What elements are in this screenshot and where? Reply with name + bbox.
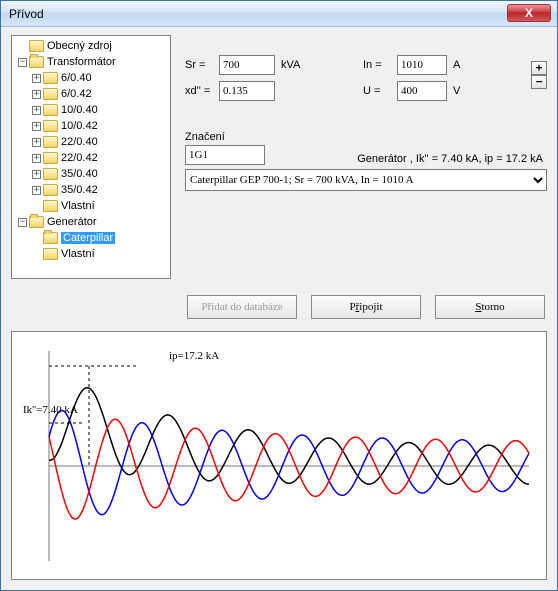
tree-item-caterpillar[interactable]: Caterpillar	[14, 230, 168, 246]
tree-item-22-042[interactable]: +22/0.42	[14, 150, 168, 166]
expand-icon[interactable]: +	[32, 74, 41, 83]
collapse-icon[interactable]: −	[18, 218, 27, 227]
tree-item-35-040[interactable]: +35/0.40	[14, 166, 168, 182]
tree-item-6-040[interactable]: +6/0.40	[14, 70, 168, 86]
xd-input[interactable]	[219, 81, 275, 101]
close-button[interactable]: X	[507, 4, 551, 22]
tree-item-22-040[interactable]: +22/0.40	[14, 134, 168, 150]
ik-annotation: Ik''=7.40 kA	[23, 404, 78, 416]
window: Přívod X Obecný zdroj −Transformátor +6/…	[0, 0, 558, 591]
u-unit: V	[453, 85, 477, 97]
collapse-icon[interactable]: −	[18, 58, 27, 67]
u-stepper[interactable]: + −	[531, 61, 547, 89]
sr-input[interactable]	[219, 55, 275, 75]
sr-label: Sr =	[185, 59, 213, 71]
sr-unit: kVA	[281, 59, 305, 71]
generator-summary: Generátor , Ik'' = 7.40 kA, ip = 17.2 kA	[285, 153, 547, 165]
waveform-plot: ip=17.2 kA Ik''=7.40 kA	[19, 341, 539, 571]
xd-label: xd'' =	[185, 85, 213, 97]
tree-item-35-042[interactable]: +35/0.42	[14, 182, 168, 198]
tree-view[interactable]: Obecný zdroj −Transformátor +6/0.40 +6/0…	[11, 35, 171, 279]
form-panel: Sr = kVA In = A xd'' = U = V	[185, 35, 547, 285]
step-up-button[interactable]: +	[531, 61, 547, 75]
tree-item-vlastni-g[interactable]: Vlastní	[14, 246, 168, 262]
in-input[interactable]	[397, 55, 447, 75]
add-to-db-button[interactable]: Přidat do databáze	[187, 295, 297, 319]
u-input[interactable]	[397, 81, 447, 101]
cancel-button[interactable]: Storno	[435, 295, 545, 319]
tree-item-transformator[interactable]: −Transformátor	[14, 54, 168, 70]
generator-combo[interactable]: Caterpillar GEP 700-1; Sr = 700 kVA, In …	[185, 169, 547, 191]
expand-icon[interactable]: +	[32, 170, 41, 179]
zn-label: Značení	[185, 131, 547, 143]
connect-button[interactable]: Připojit	[311, 295, 421, 319]
tree-item-6-042[interactable]: +6/0.42	[14, 86, 168, 102]
button-row: Přidat do databáze Připojit Storno	[11, 285, 547, 331]
step-down-button[interactable]: −	[531, 75, 547, 89]
expand-icon[interactable]: +	[32, 186, 41, 195]
u-label: U =	[363, 85, 391, 97]
upper-pane: Obecný zdroj −Transformátor +6/0.40 +6/0…	[11, 35, 547, 285]
ip-annotation: ip=17.2 kA	[169, 350, 219, 362]
titlebar: Přívod X	[1, 1, 557, 27]
title-text: Přívod	[5, 7, 44, 21]
tree-item-generator[interactable]: −Generátor	[14, 214, 168, 230]
tree-item-obecny-zdroj[interactable]: Obecný zdroj	[14, 38, 168, 54]
tree-item-10-040[interactable]: +10/0.40	[14, 102, 168, 118]
expand-icon[interactable]: +	[32, 106, 41, 115]
expand-icon[interactable]: +	[32, 154, 41, 163]
content: Obecný zdroj −Transformátor +6/0.40 +6/0…	[1, 27, 557, 590]
zn-input[interactable]	[185, 145, 265, 165]
in-label: In =	[363, 59, 391, 71]
tree-item-10-042[interactable]: +10/0.42	[14, 118, 168, 134]
expand-icon[interactable]: +	[32, 138, 41, 147]
plot-panel: ip=17.2 kA Ik''=7.40 kA	[11, 331, 547, 580]
in-unit: A	[453, 59, 477, 71]
tree-item-vlastni-t[interactable]: Vlastní	[14, 198, 168, 214]
expand-icon[interactable]: +	[32, 90, 41, 99]
expand-icon[interactable]: +	[32, 122, 41, 131]
